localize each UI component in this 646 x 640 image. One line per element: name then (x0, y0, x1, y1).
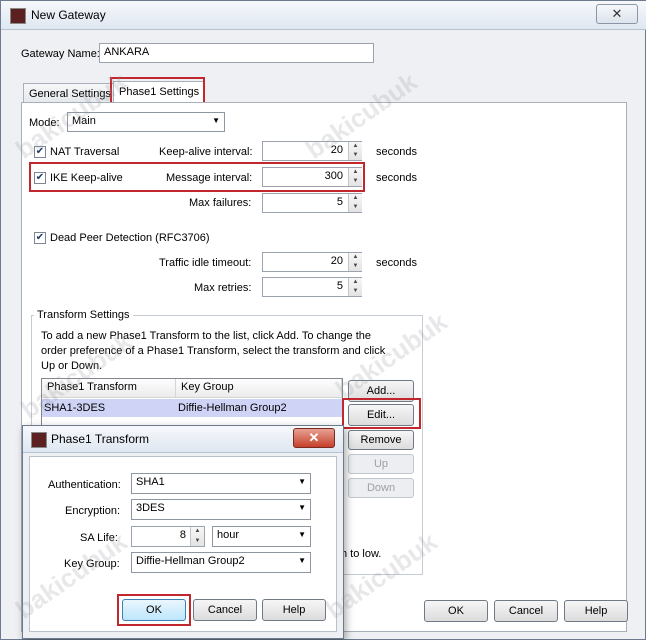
traffic-idle-timeout-input[interactable]: 20 (262, 252, 362, 272)
column-header-key-group[interactable]: Key Group (176, 379, 342, 398)
close-icon[interactable]: ✕ (293, 428, 335, 448)
max-retries-label: Max retries: (194, 282, 252, 294)
transform-settings-footer: h to low. (341, 548, 382, 560)
key-group-value: Diffie-Hellman Group2 (136, 555, 245, 567)
message-interval-unit: seconds (376, 172, 417, 184)
dialog-help-button[interactable]: Help (262, 599, 326, 621)
nat-traversal-checkbox[interactable]: ✔ (34, 146, 46, 158)
traffic-idle-timeout-unit: seconds (376, 257, 417, 269)
chevron-down-icon: ▼ (298, 477, 306, 486)
keepalive-interval-input[interactable]: 20 (262, 141, 362, 161)
table-row[interactable]: SHA1-3DES Diffie-Hellman Group2 (42, 399, 342, 417)
sa-life-label: SA Life: (80, 532, 118, 544)
max-failures-label: Max failures: (189, 197, 252, 209)
key-group-select[interactable]: Diffie-Hellman Group2 ▼ (131, 552, 311, 573)
mode-select[interactable]: Main ▼ (67, 112, 225, 132)
remove-button[interactable]: Remove (348, 430, 414, 450)
authentication-value: SHA1 (136, 476, 165, 488)
nat-traversal-label: NAT Traversal (50, 146, 120, 158)
authentication-label: Authentication: (48, 479, 121, 491)
transform-settings-title: Transform Settings (34, 309, 133, 321)
chevron-down-icon: ▼ (298, 503, 306, 512)
chevron-down-icon: ▼ (298, 530, 306, 539)
column-header-phase1-transform[interactable]: Phase1 Transform (42, 379, 176, 398)
keepalive-interval-unit: seconds (376, 146, 417, 158)
up-button[interactable]: Up (348, 454, 414, 474)
encryption-value: 3DES (136, 502, 165, 514)
gateway-name-input[interactable]: ANKARA (99, 43, 374, 63)
app-icon (10, 8, 26, 24)
authentication-select[interactable]: SHA1 ▼ (131, 473, 311, 494)
sa-life-unit-value: hour (217, 529, 240, 541)
window-title: New Gateway (31, 8, 106, 22)
ok-button[interactable]: OK (424, 600, 488, 622)
max-retries-input[interactable]: 5 (262, 277, 362, 297)
max-failures-input[interactable]: 5 (262, 193, 362, 213)
close-icon[interactable]: ✕ (596, 4, 638, 24)
dpd-label: Dead Peer Detection (RFC3706) (50, 232, 210, 244)
table-cell-transform: SHA1-3DES (44, 402, 106, 414)
key-group-label: Key Group: (64, 558, 120, 570)
help-button[interactable]: Help (564, 600, 628, 622)
encryption-select[interactable]: 3DES ▼ (131, 499, 311, 520)
title-bar: New Gateway ✕ (1, 1, 646, 30)
cancel-button[interactable]: Cancel (494, 600, 558, 622)
dialog-title: Phase1 Transform (51, 432, 150, 446)
highlight-box (29, 162, 365, 192)
table-cell-key-group: Diffie-Hellman Group2 (178, 402, 287, 414)
traffic-idle-timeout-label: Traffic idle timeout: (159, 257, 252, 269)
tab-general-settings[interactable]: General Settings (23, 83, 117, 103)
max-retries-stepper[interactable]: ▲ ▼ (348, 278, 362, 296)
dpd-checkbox[interactable]: ✔ (34, 232, 46, 244)
chevron-down-icon: ▼ (212, 116, 220, 125)
mode-value: Main (72, 115, 96, 127)
transform-table: Phase1 Transform Key Group SHA1-3DES Dif… (41, 378, 343, 428)
app-icon (31, 432, 47, 448)
highlight-box (110, 77, 205, 105)
highlight-box (117, 594, 191, 626)
chevron-down-icon: ▼ (298, 556, 306, 565)
sa-life-unit-select[interactable]: hour ▼ (212, 526, 311, 547)
sa-life-stepper[interactable]: ▲ ▼ (190, 527, 204, 546)
keepalive-interval-stepper[interactable]: ▲ ▼ (348, 142, 362, 160)
traffic-idle-timeout-stepper[interactable]: ▲ ▼ (348, 253, 362, 271)
encryption-label: Encryption: (65, 505, 121, 517)
dialog-cancel-button[interactable]: Cancel (193, 599, 257, 621)
highlight-box (342, 398, 421, 429)
keepalive-interval-label: Keep-alive interval: (159, 146, 253, 158)
dialog-title-bar: Phase1 Transform ✕ (23, 426, 343, 453)
down-button[interactable]: Down (348, 478, 414, 498)
gateway-name-label: Gateway Name: (21, 48, 100, 60)
phase1-transform-dialog: Phase1 Transform ✕ Authentication: SHA1 … (22, 425, 344, 639)
mode-label: Mode: (29, 117, 60, 129)
transform-settings-description: To add a new Phase1 Transform to the lis… (41, 330, 386, 372)
max-failures-stepper[interactable]: ▲ ▼ (348, 194, 362, 212)
